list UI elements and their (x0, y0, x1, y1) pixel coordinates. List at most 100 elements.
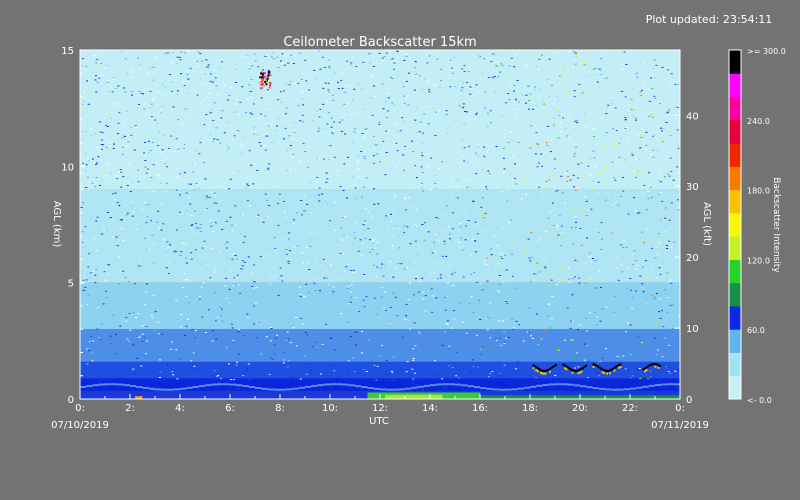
noise-speck (265, 135, 268, 137)
layer-wave (505, 388, 512, 391)
noise-speck (514, 368, 517, 370)
noise-speck (144, 238, 147, 240)
low-cloud-speck (603, 372, 605, 375)
low-cloud-speck (565, 368, 568, 371)
noise-speck (128, 313, 131, 315)
noise-speck (664, 231, 667, 233)
layer-wave (586, 386, 593, 389)
noise-speck (626, 267, 629, 269)
noise-speck (170, 90, 173, 92)
noise-speck (352, 176, 355, 178)
noise-speck (614, 179, 617, 181)
noise-speck (220, 68, 223, 70)
noise-speck (236, 274, 239, 276)
noise-speck (483, 149, 486, 151)
noise-speck (195, 222, 198, 224)
noise-speck (377, 241, 380, 243)
noise-speck (343, 103, 346, 105)
noise-speck (288, 135, 291, 137)
noise-speck (315, 158, 318, 160)
noise-speck (326, 208, 329, 210)
noise-speck (239, 233, 242, 235)
noise-speck (127, 281, 130, 283)
noise-speck (124, 58, 127, 60)
layer-wave (573, 384, 580, 387)
noise-speck (346, 369, 349, 371)
high-cloud-speck (263, 72, 266, 75)
noise-speck (423, 113, 426, 115)
noise-speck (574, 63, 577, 65)
noise-speck (299, 52, 302, 54)
noise-speck (369, 161, 372, 163)
noise-speck (343, 215, 346, 217)
noise-speck (343, 85, 346, 87)
noise-speck (344, 270, 347, 272)
noise-speck (471, 368, 474, 370)
noise-speck (209, 73, 212, 75)
noise-speck (501, 228, 504, 230)
noise-speck (86, 304, 89, 306)
noise-speck (301, 252, 304, 254)
noise-speck (459, 246, 462, 248)
noise-speck (576, 261, 579, 263)
noise-speck (360, 129, 363, 131)
noise-speck (143, 336, 146, 338)
layer-wave (392, 388, 399, 391)
noise-speck (566, 170, 569, 172)
noise-speck (327, 112, 330, 114)
noise-speck (581, 92, 584, 94)
noise-speck (479, 318, 482, 320)
y-tick-label-kft: 10 (686, 324, 699, 335)
noise-speck (446, 324, 449, 326)
noise-speck (252, 287, 255, 289)
noise-speck (89, 104, 92, 106)
noise-speck (145, 222, 148, 224)
noise-speck (503, 168, 506, 170)
noise-speck (416, 275, 419, 277)
noise-speck (303, 195, 306, 197)
noise-speck (220, 301, 223, 303)
noise-speck (166, 166, 169, 168)
layer-wave (123, 384, 130, 387)
noise-speck (387, 97, 390, 99)
noise-speck (126, 110, 129, 112)
noise-speck (383, 56, 386, 58)
noise-speck (112, 193, 115, 195)
noise-speck (285, 249, 288, 251)
noise-speck (545, 188, 548, 190)
noise-speck (650, 77, 653, 79)
noise-speck (497, 76, 500, 78)
noise-speck (124, 308, 127, 310)
noise-speck (295, 338, 298, 340)
noise-speck (663, 262, 666, 264)
noise-speck (201, 316, 204, 318)
noise-speck (458, 302, 461, 304)
noise-speck (431, 311, 434, 313)
noise-speck (474, 221, 477, 223)
noise-speck (327, 225, 330, 227)
noise-speck (550, 279, 553, 281)
noise-speck (428, 353, 431, 355)
noise-speck (283, 138, 286, 140)
noise-speck (530, 125, 533, 127)
noise-speck (235, 223, 238, 225)
layer-wave (655, 383, 662, 386)
noise-speck (657, 130, 660, 132)
noise-speck (241, 86, 244, 88)
noise-speck (534, 73, 537, 75)
noise-speck (545, 138, 548, 140)
noise-speck (252, 183, 255, 185)
noise-speck (565, 89, 568, 91)
noise-speck (624, 96, 627, 98)
noise-speck (558, 114, 561, 116)
noise-speck (293, 83, 296, 85)
noise-speck (264, 134, 267, 136)
noise-speck (364, 275, 367, 277)
noise-speck (408, 138, 411, 140)
noise-speck (105, 113, 108, 115)
noise-speck (593, 157, 596, 159)
colorbar-swatch (729, 119, 741, 144)
noise-speck (100, 62, 103, 64)
noise-speck (364, 207, 367, 209)
noise-speck (559, 122, 562, 124)
